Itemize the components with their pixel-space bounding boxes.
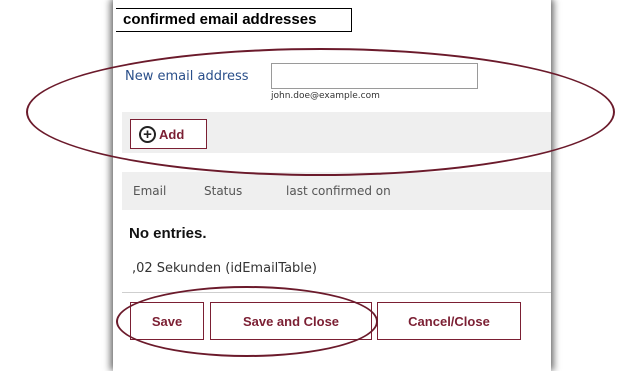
column-header-last-confirmed[interactable]: last confirmed on xyxy=(286,184,391,198)
save-button[interactable]: Save xyxy=(130,302,204,340)
save-and-close-button[interactable]: Save and Close xyxy=(210,302,372,340)
plus-circle-icon: + xyxy=(139,125,156,143)
new-email-input[interactable] xyxy=(271,63,478,89)
email-table-header: Email Status last confirmed on xyxy=(122,172,551,210)
empty-table-message: No entries. xyxy=(129,225,207,242)
add-button-label: Add xyxy=(159,126,185,142)
new-email-label: New email address xyxy=(125,69,249,84)
table-timing-text: ,02 Sekunden (idEmailTable) xyxy=(132,261,317,276)
column-header-status[interactable]: Status xyxy=(204,184,242,198)
cancel-close-button[interactable]: Cancel/Close xyxy=(377,302,521,340)
add-button[interactable]: + Add xyxy=(130,119,207,149)
email-hint: john.doe@example.com xyxy=(271,91,380,101)
section-title: confirmed email addresses xyxy=(116,8,352,32)
divider xyxy=(122,292,551,293)
column-header-email[interactable]: Email xyxy=(133,184,166,198)
